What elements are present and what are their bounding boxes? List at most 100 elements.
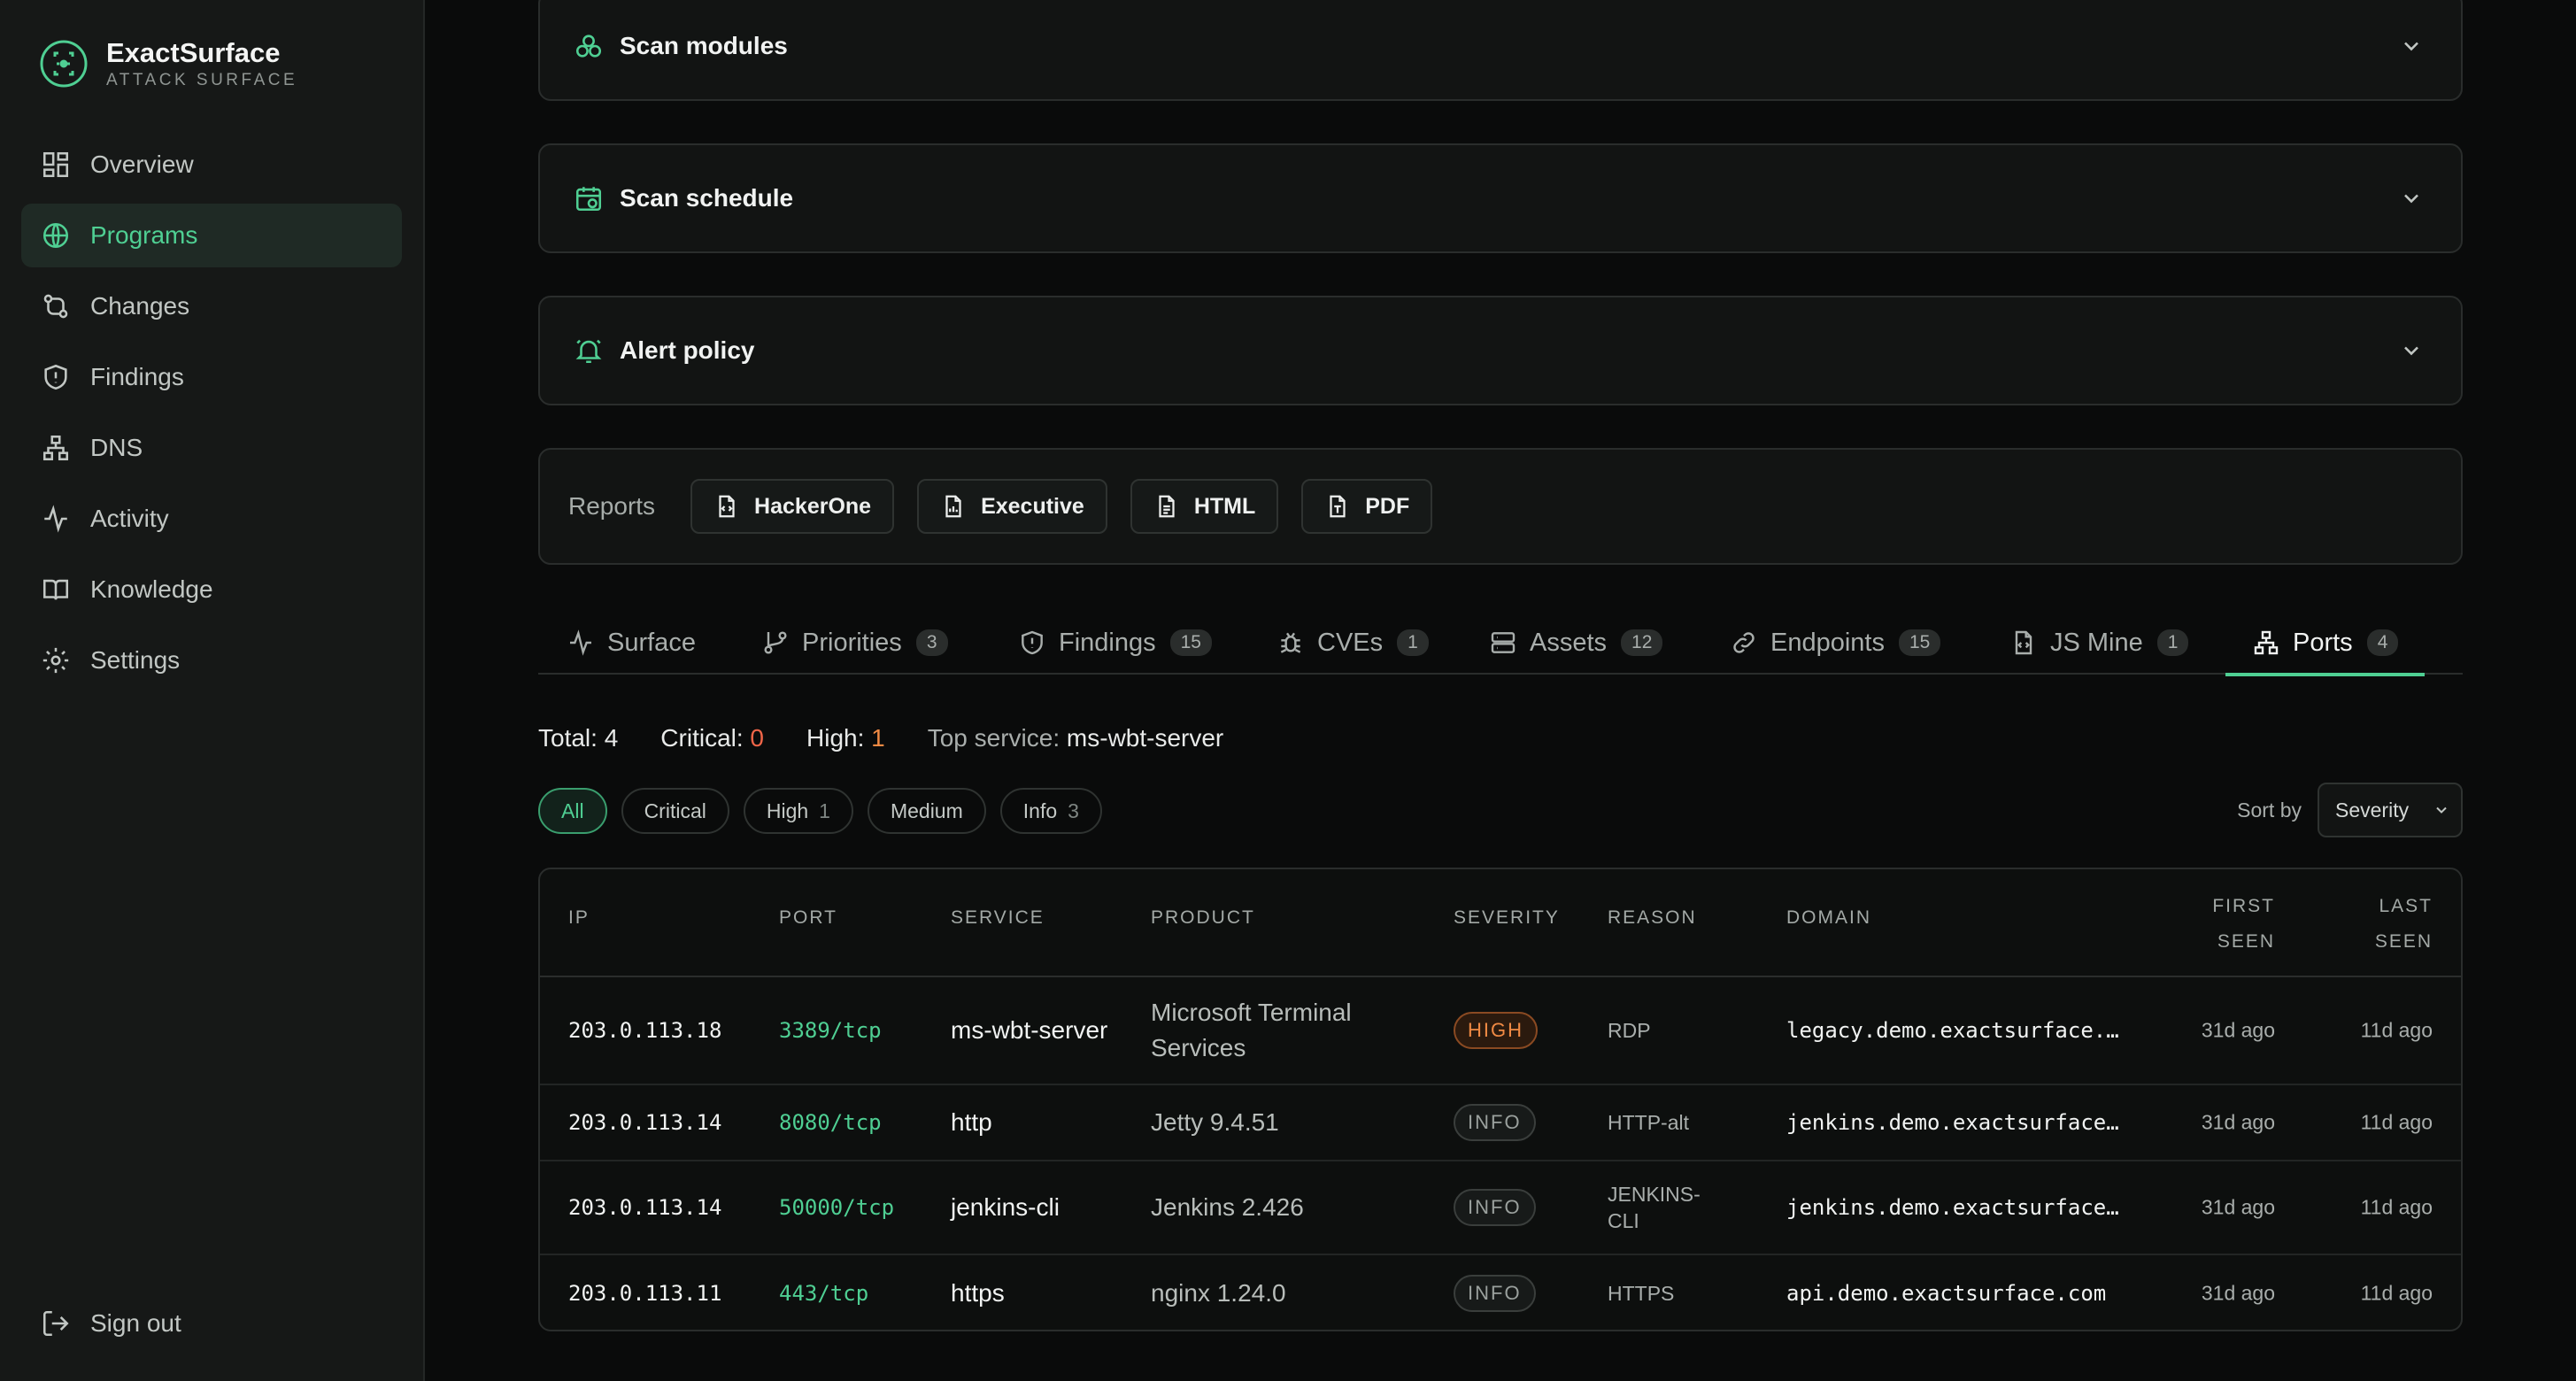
- reports-bar: Reports HackerOne Executive HTML PDF: [538, 448, 2463, 565]
- sidebar-item-label: Activity: [90, 505, 169, 532]
- header-port[interactable]: PORT: [779, 907, 837, 929]
- section-title: Scan schedule: [620, 184, 794, 212]
- tab-cves[interactable]: CVEs 1: [1276, 611, 1429, 675]
- gear-icon: [42, 647, 69, 674]
- cell-severity: INFO: [1454, 1189, 1536, 1226]
- link-icon: [1733, 632, 1755, 653]
- cell-last-seen: 11d ago: [2360, 1281, 2433, 1305]
- summary-top-service: Top service: ms-wbt-server: [927, 724, 1224, 752]
- cell-domain[interactable]: legacy.demo.exactsurface.…: [1786, 1018, 2140, 1043]
- git-branch-icon: [764, 631, 787, 654]
- shield-icon: [1022, 630, 1043, 655]
- tab-label: JS Mine: [2050, 628, 2143, 657]
- section-title: Scan modules: [620, 32, 788, 59]
- tab-assets[interactable]: Assets 12: [1489, 611, 1663, 675]
- chevron-down-icon[interactable]: [2399, 34, 2424, 58]
- sidebar-item-knowledge[interactable]: Knowledge: [21, 558, 402, 621]
- hackerone-report-button[interactable]: HackerOne: [690, 479, 895, 534]
- tab-surface[interactable]: Surface: [567, 611, 696, 675]
- tab-bar: Surface Priorities 3 Findings 15 CVEs 1 …: [538, 611, 2463, 676]
- tab-priorities[interactable]: Priorities 3: [761, 611, 948, 675]
- tab-label: Assets: [1530, 628, 1608, 657]
- scan-modules-section[interactable]: Scan modules: [538, 0, 2463, 101]
- executive-report-button[interactable]: Executive: [917, 479, 1107, 534]
- tab-count: 15: [1899, 629, 1941, 656]
- header-service[interactable]: SERVICE: [951, 907, 1045, 929]
- sidebar-item-label: Changes: [90, 292, 190, 320]
- filter-high[interactable]: High 1: [743, 788, 853, 834]
- cell-ip: 203.0.113.11: [568, 1281, 722, 1306]
- summary-total: Total: 4: [538, 724, 619, 752]
- header-product[interactable]: PRODUCT: [1151, 907, 1255, 929]
- sort-select[interactable]: Severity: [2318, 783, 2463, 837]
- app-subtitle: ATTACK SURFACE: [106, 71, 298, 89]
- header-first-seen[interactable]: FIRST SEEN: [2178, 889, 2275, 960]
- sidebar-item-dns[interactable]: DNS: [21, 416, 402, 480]
- sign-out-label: Sign out: [90, 1309, 181, 1337]
- tab-endpoints[interactable]: Endpoints 15: [1730, 611, 1941, 675]
- cell-service: jenkins-cli: [951, 1193, 1060, 1221]
- tab-count: 15: [1169, 629, 1212, 656]
- sort-value: Severity: [2335, 798, 2410, 822]
- sidebar-item-settings[interactable]: Settings: [21, 629, 402, 692]
- chip-count: 3: [1068, 799, 1079, 822]
- chip-label: Info: [1022, 799, 1058, 822]
- cell-severity: HIGH: [1454, 1012, 1538, 1049]
- shield-icon: [44, 364, 67, 390]
- sidebar-item-overview[interactable]: Overview: [21, 133, 402, 197]
- cell-reason: JENKINS-CLI: [1608, 1183, 1701, 1232]
- cell-port: 50000/tcp: [779, 1195, 895, 1220]
- reports-label: Reports: [568, 492, 656, 520]
- cell-product: Jenkins 2.426: [1151, 1193, 1304, 1221]
- severity-badge: HIGH: [1454, 1012, 1538, 1049]
- sidebar-item-programs[interactable]: Programs: [21, 204, 402, 267]
- table-row[interactable]: 203.0.113.14 8080/tcp http Jetty 9.4.51 …: [540, 1085, 2461, 1161]
- table-row[interactable]: 203.0.113.11 443/tcp https nginx 1.24.0 …: [540, 1255, 2461, 1330]
- sidebar-item-changes[interactable]: Changes: [21, 274, 402, 338]
- sidebar-item-label: Knowledge: [90, 575, 213, 603]
- cell-domain[interactable]: jenkins.demo.exactsurface…: [1786, 1110, 2140, 1135]
- table-row[interactable]: 203.0.113.18 3389/tcp ms-wbt-server Micr…: [540, 977, 2461, 1085]
- sidebar-item-findings[interactable]: Findings: [21, 345, 402, 409]
- cell-product: Jetty 9.4.51: [1151, 1108, 1279, 1136]
- scan-schedule-section[interactable]: Scan schedule: [538, 143, 2463, 253]
- sign-out-button[interactable]: Sign out: [41, 1308, 181, 1339]
- filter-critical[interactable]: Critical: [621, 788, 729, 834]
- cell-first-seen: 31d ago: [2201, 1110, 2275, 1134]
- filter-all[interactable]: All: [538, 788, 607, 834]
- chevron-down-icon[interactable]: [2399, 338, 2424, 363]
- sidebar-item-label: Programs: [90, 221, 198, 249]
- sidebar-item-activity[interactable]: Activity: [21, 487, 402, 551]
- file-chart-icon: [945, 495, 961, 518]
- tab-label: Findings: [1059, 628, 1156, 657]
- filter-medium[interactable]: Medium: [867, 788, 986, 834]
- header-reason[interactable]: REASON: [1608, 907, 1697, 929]
- tab-js-mine[interactable]: JS Mine 1: [2009, 611, 2189, 675]
- tab-ports[interactable]: Ports 4: [2225, 611, 2426, 676]
- cell-ip: 203.0.113.18: [568, 1018, 722, 1043]
- tab-count: 3: [915, 629, 948, 656]
- button-label: PDF: [1365, 493, 1410, 519]
- table-header: IP PORT SERVICE PRODUCT SEVERITY REASON …: [540, 869, 2461, 977]
- header-ip[interactable]: IP: [568, 907, 590, 929]
- html-report-button[interactable]: HTML: [1130, 479, 1279, 534]
- filter-info[interactable]: Info 3: [999, 788, 1102, 834]
- brand[interactable]: ExactSurface ATTACK SURFACE: [39, 37, 297, 90]
- header-severity[interactable]: SEVERITY: [1454, 907, 1560, 929]
- alert-policy-section[interactable]: Alert policy: [538, 296, 2463, 405]
- chevron-down-icon[interactable]: [2399, 186, 2424, 211]
- tab-findings[interactable]: Findings 15: [1018, 611, 1212, 675]
- summary-high: High: 1: [806, 724, 885, 752]
- cell-domain[interactable]: jenkins.demo.exactsurface…: [1786, 1195, 2140, 1220]
- cell-product: nginx 1.24.0: [1151, 1279, 1286, 1307]
- cell-reason: HTTP-alt: [1608, 1111, 1689, 1134]
- file-code-icon: [2015, 630, 2032, 655]
- header-domain[interactable]: DOMAIN: [1786, 907, 1871, 929]
- activity-icon: [570, 629, 591, 656]
- pdf-report-button[interactable]: PDF: [1301, 479, 1433, 534]
- table-row[interactable]: 203.0.113.14 50000/tcp jenkins-cli Jenki…: [540, 1161, 2461, 1255]
- logout-icon: [42, 1310, 69, 1337]
- bell-icon: [575, 339, 602, 364]
- header-last-seen[interactable]: LAST SEEN: [2353, 889, 2433, 960]
- cell-domain[interactable]: api.demo.exactsurface.com: [1786, 1281, 2140, 1306]
